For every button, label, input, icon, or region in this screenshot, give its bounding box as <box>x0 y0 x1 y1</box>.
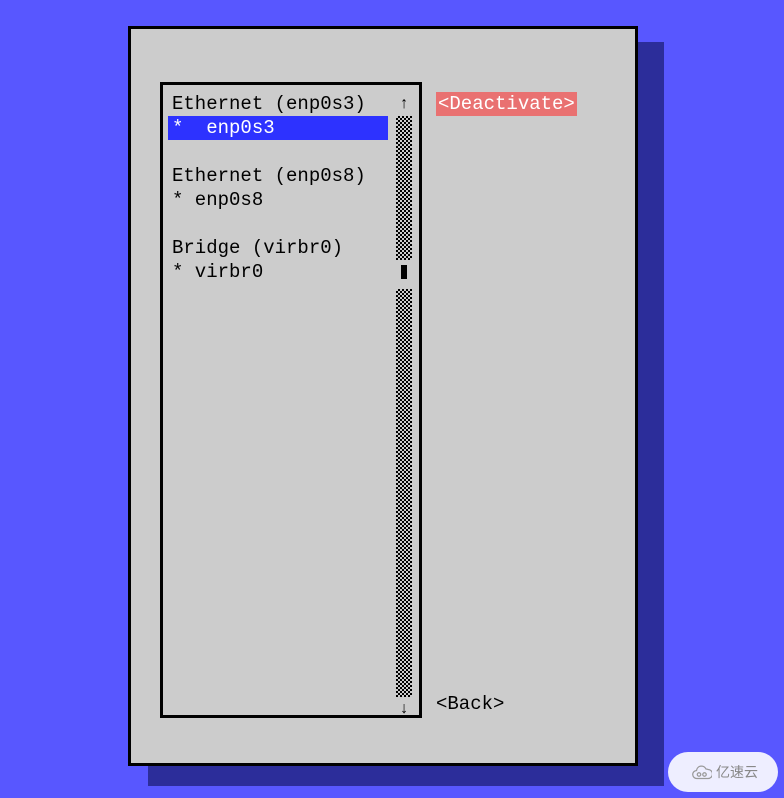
watermark-text: 亿速云 <box>716 760 758 784</box>
scroll-track[interactable] <box>396 236 412 260</box>
scroll-track[interactable] <box>396 188 412 212</box>
scroll-track[interactable] <box>396 337 412 361</box>
scroll-track[interactable] <box>396 433 412 457</box>
scroll-track[interactable] <box>396 649 412 673</box>
scroll-thumb[interactable] <box>396 265 412 289</box>
scroll-track[interactable] <box>396 289 412 313</box>
scroll-track[interactable] <box>396 313 412 337</box>
connection-item[interactable]: * virbr0 <box>168 260 388 284</box>
watermark-logo: 亿速云 <box>668 752 778 792</box>
scroll-track[interactable] <box>396 577 412 601</box>
scrollbar[interactable]: ↑↓ <box>396 92 412 716</box>
scroll-track[interactable] <box>396 457 412 481</box>
scroll-track[interactable] <box>396 140 412 164</box>
connection-group-header: Ethernet (enp0s3) <box>168 92 388 116</box>
scroll-track[interactable] <box>396 409 412 433</box>
scroll-track[interactable] <box>396 116 412 140</box>
scroll-track[interactable] <box>396 673 412 697</box>
scroll-track[interactable] <box>396 361 412 385</box>
scroll-track[interactable] <box>396 529 412 553</box>
scroll-track[interactable] <box>396 481 412 505</box>
connection-group-header: Bridge (virbr0) <box>168 236 388 260</box>
connection-item[interactable]: * enp0s3 <box>168 116 388 140</box>
deactivate-button[interactable]: <Deactivate> <box>436 92 577 116</box>
cloud-icon <box>688 760 712 784</box>
scroll-down-icon[interactable]: ↓ <box>396 697 412 721</box>
connection-item[interactable]: * enp0s8 <box>168 188 388 212</box>
scroll-track[interactable] <box>396 505 412 529</box>
list-spacer <box>168 212 388 236</box>
scroll-track[interactable] <box>396 212 412 236</box>
scroll-up-icon[interactable]: ↑ <box>396 92 412 116</box>
scroll-track[interactable] <box>396 553 412 577</box>
list-spacer <box>168 140 388 164</box>
scroll-track[interactable] <box>396 385 412 409</box>
scroll-track[interactable] <box>396 601 412 625</box>
back-button[interactable]: <Back> <box>436 692 504 716</box>
connection-list[interactable]: Ethernet (enp0s3)* enp0s3 Ethernet (enp0s… <box>168 92 388 284</box>
scroll-track[interactable] <box>396 625 412 649</box>
connection-group-header: Ethernet (enp0s8) <box>168 164 388 188</box>
scroll-track[interactable] <box>396 164 412 188</box>
